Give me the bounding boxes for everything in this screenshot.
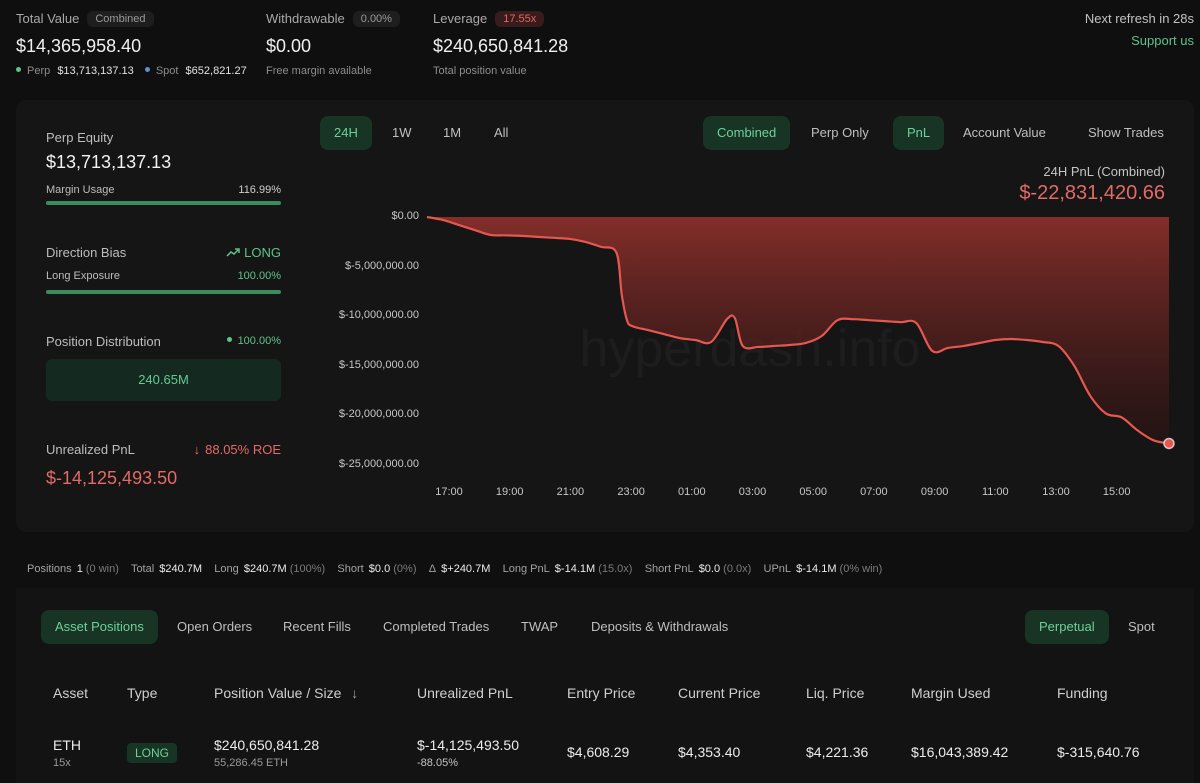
upnl-stat: $-14.1M (796, 563, 837, 575)
col-margin-used[interactable]: Margin Used (911, 685, 990, 701)
row-leverage: 15x (53, 757, 71, 769)
upnl-label: UPnL (763, 563, 792, 575)
short-pnl-label: Short PnL (644, 563, 694, 575)
short-note: (0%) (393, 563, 417, 575)
long-stat: $240.7M (243, 563, 287, 575)
tab-asset-positions[interactable]: Asset Positions (41, 610, 158, 644)
row-funding: $-315,640.76 (1057, 744, 1140, 760)
col-current-price[interactable]: Current Price (678, 685, 760, 701)
short-stat: $0.0 (368, 563, 391, 575)
tab-recent-fills[interactable]: Recent Fills (269, 610, 365, 644)
row-current-price: $4,353.40 (678, 744, 741, 760)
row-size: 55,286.45 ETH (214, 757, 288, 769)
pnl-area (427, 217, 1169, 444)
pnl-end-marker[interactable] (1163, 437, 1175, 450)
short-label: Short (337, 563, 364, 575)
positions-note: (0 win) (85, 563, 119, 575)
long-pnl-note: (15.0x) (598, 563, 633, 575)
market-tab-perpetual[interactable]: Perpetual (1025, 610, 1109, 644)
col-unrealized-pnl[interactable]: Unrealized PnL (417, 685, 513, 701)
delta-label: Δ (428, 563, 437, 575)
long-pnl-stat: $-14.1M (554, 563, 596, 575)
market-tab-spot[interactable]: Spot (1114, 610, 1169, 644)
row-unrealized-pnl-pct: -88.05% (417, 757, 458, 769)
tab-deposits-withdrawals[interactable]: Deposits & Withdrawals (577, 610, 742, 644)
long-badge: LONG (127, 743, 178, 763)
delta-stat: $+240.7M (441, 563, 491, 575)
upnl-note: (0% win) (839, 563, 883, 575)
col-funding[interactable]: Funding (1057, 685, 1108, 701)
long-note: (100%) (289, 563, 326, 575)
row-type: LONG (127, 743, 178, 763)
positions-label: Positions (27, 563, 72, 575)
tab-open-orders[interactable]: Open Orders (163, 610, 266, 644)
long-label: Long (214, 563, 239, 575)
col-liq-price[interactable]: Liq. Price (806, 685, 864, 701)
positions-count: 1 (76, 563, 83, 575)
col-position-value-label: Position Value / Size (214, 685, 342, 701)
long-pnl-label: Long PnL (502, 563, 550, 575)
row-entry-price: $4,608.29 (567, 744, 630, 760)
total-stat: $240.7M (159, 563, 203, 575)
row-margin-used: $16,043,389.42 (911, 744, 1009, 760)
row-liq-price: $4,221.36 (806, 744, 869, 760)
positions-stats-strip: Positions 1 (0 win) Total $240.7M Long $… (16, 555, 1194, 583)
tab-completed-trades[interactable]: Completed Trades (369, 610, 503, 644)
short-pnl-stat: $0.0 (698, 563, 721, 575)
col-position-value[interactable]: Position Value / Size ↓ (214, 685, 358, 701)
col-type[interactable]: Type (127, 685, 157, 701)
col-asset[interactable]: Asset (53, 685, 88, 701)
row-unrealized-pnl: $-14,125,493.50 (417, 737, 519, 753)
sort-arrow-down-icon: ↓ (351, 685, 359, 701)
col-entry-price[interactable]: Entry Price (567, 685, 635, 701)
total-label: Total (130, 563, 155, 575)
short-pnl-note: (0.0x) (723, 563, 752, 575)
row-asset[interactable]: ETH (53, 737, 81, 753)
tab-twap[interactable]: TWAP (507, 610, 572, 644)
row-position-value: $240,650,841.28 (214, 737, 320, 753)
